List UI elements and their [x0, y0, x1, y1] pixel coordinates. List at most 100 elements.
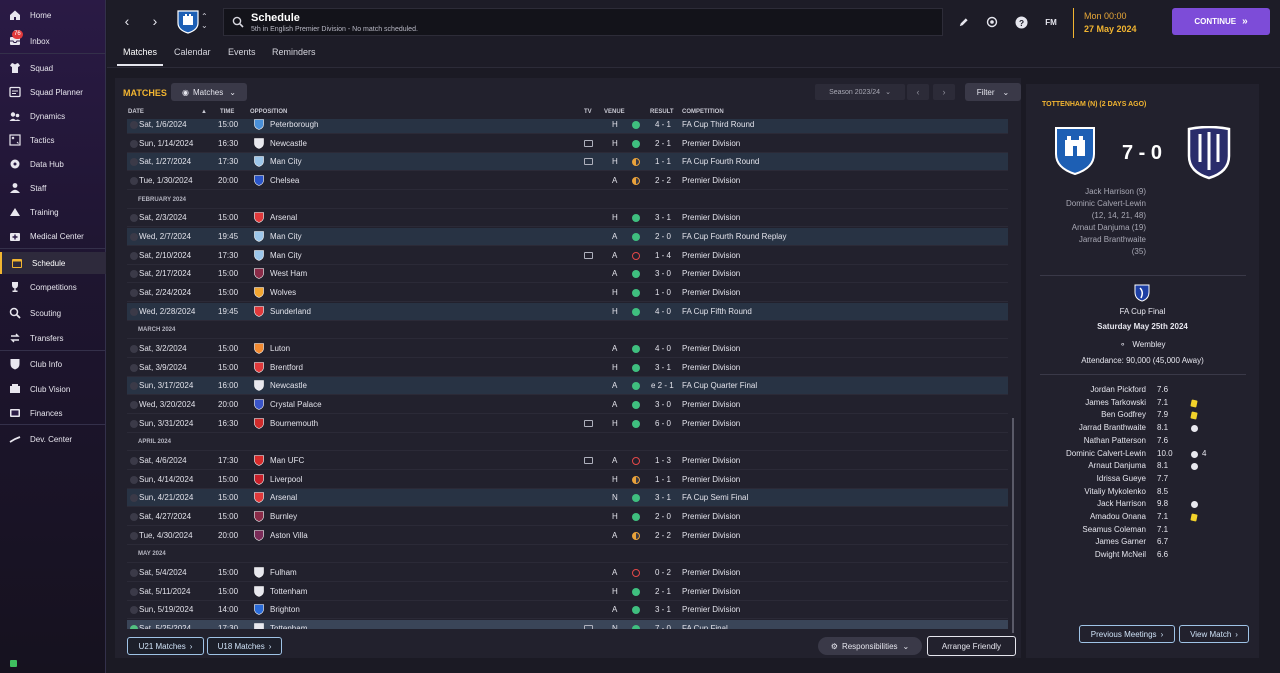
match-competition[interactable]: Premier Division: [682, 251, 740, 260]
search-box[interactable]: Schedule 5th in English Premier Division…: [223, 8, 943, 36]
sidebar-item-transfers[interactable]: Transfers: [0, 327, 106, 349]
back-button[interactable]: ‹: [115, 10, 139, 32]
table-row[interactable]: Sat, 5/4/2024 15:00 Fulham A 0 - 2 Premier Di…: [127, 564, 1008, 582]
opposition-name[interactable]: Arsenal: [270, 493, 297, 502]
season-dropdown[interactable]: Season 2023/24 ⌄: [815, 84, 905, 100]
sidebar-item-competitions[interactable]: Competitions: [0, 276, 106, 298]
table-row[interactable]: Sun, 4/14/2024 15:00 Liverpool H 1 - 1 Premie…: [127, 471, 1008, 489]
sidebar-item-training[interactable]: Training: [0, 201, 106, 223]
match-result[interactable]: 1 - 1: [655, 475, 671, 484]
opposition-name[interactable]: Aston Villa: [270, 531, 308, 540]
match-result[interactable]: 1 - 0: [655, 288, 671, 297]
bug-report-icon[interactable]: [984, 14, 1000, 30]
match-competition[interactable]: Premier Division: [682, 344, 740, 353]
lineup-player-name[interactable]: Amadou Onana: [1042, 512, 1146, 521]
match-competition[interactable]: Premier Division: [682, 139, 740, 148]
row-select-checkbox[interactable]: [130, 569, 138, 577]
match-result[interactable]: 3 - 1: [655, 493, 671, 502]
sidebar-item-finances[interactable]: Finances: [0, 402, 106, 424]
table-row[interactable]: Sat, 5/11/2024 15:00 Tottenham H 2 - 1 Premie…: [127, 583, 1008, 601]
match-competition[interactable]: Premier Division: [682, 568, 740, 577]
club-crest-icon[interactable]: [177, 10, 199, 34]
sidebar-item-club-info[interactable]: Club Info: [0, 353, 106, 375]
row-select-checkbox[interactable]: [130, 121, 138, 129]
table-row[interactable]: Wed, 2/7/2024 19:45 Man City A 2 - 0 FA Cup F…: [127, 228, 1008, 246]
row-select-checkbox[interactable]: [130, 625, 138, 629]
row-select-checkbox[interactable]: [130, 532, 138, 540]
row-select-checkbox[interactable]: [130, 364, 138, 372]
table-row[interactable]: Sun, 3/31/2024 16:30 Bournemouth H 6 - 0 Prem…: [127, 415, 1008, 433]
match-result[interactable]: 2 - 1: [655, 587, 671, 596]
filter-button[interactable]: Filter ⌄: [965, 83, 1021, 101]
sidebar-item-medical-center[interactable]: Medical Center: [0, 225, 106, 247]
tab-reminders[interactable]: Reminders: [272, 47, 316, 57]
opposition-name[interactable]: Newcastle: [270, 139, 307, 148]
match-result[interactable]: 3 - 0: [655, 269, 671, 278]
sidebar-item-club-vision[interactable]: Club Vision: [0, 378, 106, 400]
match-result[interactable]: 2 - 0: [655, 512, 671, 521]
match-competition[interactable]: Premier Division: [682, 176, 740, 185]
match-competition[interactable]: Premier Division: [682, 269, 740, 278]
match-result[interactable]: 2 - 2: [655, 176, 671, 185]
sidebar-item-inbox[interactable]: 76 Inbox: [0, 30, 106, 52]
fm-menu-button[interactable]: FM: [1041, 14, 1061, 30]
match-competition[interactable]: Premier Division: [682, 475, 740, 484]
match-competition[interactable]: Premier Division: [682, 456, 740, 465]
opposition-name[interactable]: Sunderland: [270, 307, 311, 316]
row-select-checkbox[interactable]: [130, 457, 138, 465]
sidebar-item-data-hub[interactable]: Data Hub: [0, 153, 106, 175]
match-result[interactable]: 1 - 3: [655, 456, 671, 465]
lineup-player-name[interactable]: Jarrad Branthwaite: [1042, 423, 1146, 432]
opposition-name[interactable]: Brighton: [270, 605, 300, 614]
match-result[interactable]: 2 - 2: [655, 531, 671, 540]
match-result[interactable]: 4 - 0: [655, 307, 671, 316]
opposition-name[interactable]: Tottenham: [270, 624, 307, 629]
match-competition[interactable]: Premier Division: [682, 288, 740, 297]
opposition-name[interactable]: Crystal Palace: [270, 400, 322, 409]
row-select-checkbox[interactable]: [130, 476, 138, 484]
view-match-button[interactable]: View Match ›: [1179, 625, 1249, 643]
opposition-name[interactable]: Wolves: [270, 288, 296, 297]
lineup-player-name[interactable]: Jordan Pickford: [1042, 385, 1146, 394]
u18-matches-button[interactable]: U18 Matches ›: [207, 637, 282, 655]
match-result[interactable]: 1 - 1: [655, 157, 671, 166]
table-row[interactable]: Sat, 2/24/2024 15:00 Wolves H 1 - 0 Premier D…: [127, 284, 1008, 302]
match-competition[interactable]: FA Cup Fifth Round: [682, 307, 752, 316]
table-row[interactable]: Wed, 3/20/2024 20:00 Crystal Palace A 3 - 0 P…: [127, 396, 1008, 414]
tab-matches[interactable]: Matches: [123, 47, 157, 57]
match-competition[interactable]: Premier Division: [682, 531, 740, 540]
opposition-name[interactable]: Man City: [270, 157, 302, 166]
row-select-checkbox[interactable]: [130, 177, 138, 185]
col-result[interactable]: RESULT: [650, 109, 674, 115]
opposition-name[interactable]: Man UFC: [270, 456, 304, 465]
table-row[interactable]: Sat, 1/6/2024 15:00 Peterborough H 4 - 1 FA C…: [127, 119, 1008, 134]
lineup-player-name[interactable]: Idrissa Gueye: [1042, 474, 1146, 483]
opposition-name[interactable]: Chelsea: [270, 176, 299, 185]
match-result[interactable]: 3 - 1: [655, 213, 671, 222]
match-competition[interactable]: FA Cup Third Round: [682, 120, 754, 129]
opposition-name[interactable]: Bournemouth: [270, 419, 318, 428]
club-switch-chevron-icon[interactable]: ⌃ ⌄: [201, 12, 208, 30]
col-venue[interactable]: VENUE: [604, 109, 625, 115]
match-competition[interactable]: Premier Division: [682, 400, 740, 409]
match-competition[interactable]: FA Cup Final: [682, 624, 728, 629]
row-select-checkbox[interactable]: [130, 420, 138, 428]
row-select-checkbox[interactable]: [130, 401, 138, 409]
match-competition[interactable]: Premier Division: [682, 419, 740, 428]
opposition-name[interactable]: Newcastle: [270, 381, 307, 390]
opposition-name[interactable]: Man City: [270, 251, 302, 260]
match-result[interactable]: 4 - 0: [655, 344, 671, 353]
match-competition[interactable]: FA Cup Fourth Round: [682, 157, 759, 166]
lineup-player-name[interactable]: Vitaliy Mykolenko: [1042, 487, 1146, 496]
opposition-name[interactable]: Burnley: [270, 512, 297, 521]
opposition-name[interactable]: Arsenal: [270, 213, 297, 222]
col-date[interactable]: DATE: [128, 109, 144, 115]
sidebar-item-home[interactable]: Home: [0, 4, 106, 26]
table-row[interactable]: Tue, 1/30/2024 20:00 Chelsea A 2 - 2 Premier …: [127, 172, 1008, 190]
sidebar-item-schedule[interactable]: Schedule: [0, 252, 106, 274]
match-competition[interactable]: Premier Division: [682, 213, 740, 222]
prev-season-button[interactable]: ‹: [907, 84, 929, 100]
match-result[interactable]: 0 - 2: [655, 568, 671, 577]
table-row[interactable]: Sat, 1/27/2024 17:30 Man City H 1 - 1 FA Cup …: [127, 153, 1008, 171]
sidebar-item-scouting[interactable]: Scouting: [0, 302, 106, 324]
